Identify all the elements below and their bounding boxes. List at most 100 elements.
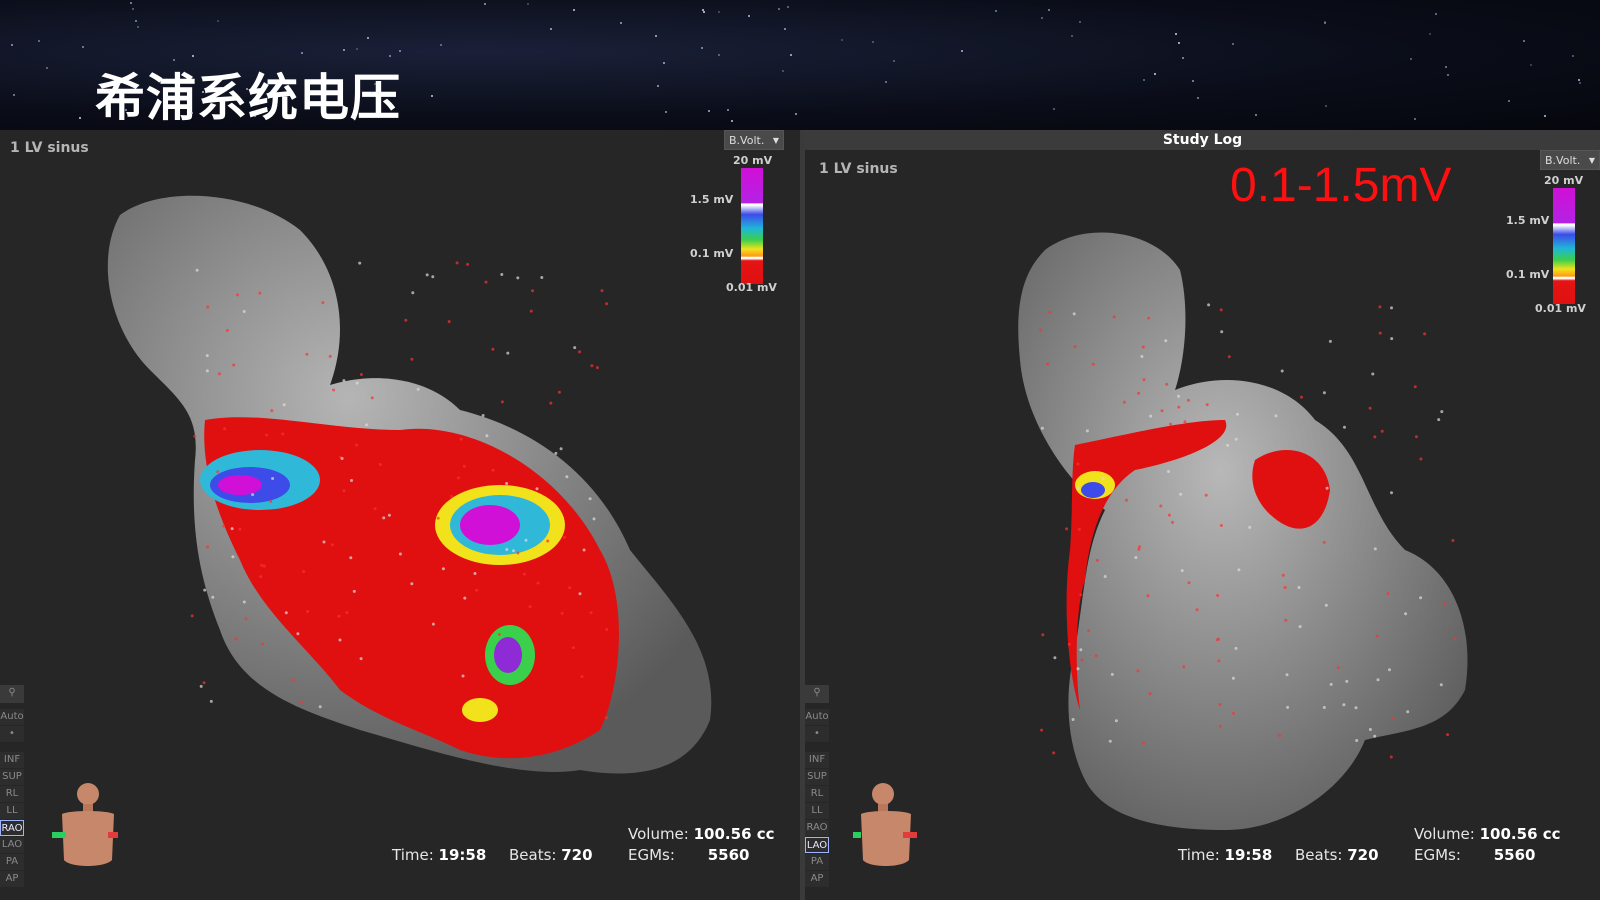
sample-point bbox=[340, 457, 344, 460]
sample-point bbox=[571, 646, 575, 650]
sample-point bbox=[1342, 703, 1346, 707]
sample-point bbox=[1413, 385, 1417, 389]
time-stat: Time: 19:58 bbox=[1178, 846, 1272, 864]
sample-point bbox=[516, 551, 520, 555]
star-decoration bbox=[135, 20, 137, 22]
star-decoration bbox=[125, 109, 127, 111]
sample-point bbox=[1216, 594, 1220, 597]
time-stat: Time: 19:58 bbox=[392, 846, 486, 864]
sample-point bbox=[604, 716, 608, 720]
sample-point bbox=[590, 364, 594, 368]
view-button-rl[interactable]: RL bbox=[805, 786, 829, 802]
star-decoration bbox=[1578, 79, 1580, 81]
right-map-panel[interactable]: Study Log 1 LV sinus 0.1-1.5mV B.Volt. ▼… bbox=[805, 130, 1600, 900]
sample-point bbox=[1389, 755, 1393, 759]
sample-point bbox=[271, 477, 275, 480]
star-decoration bbox=[701, 47, 703, 49]
star-decoration bbox=[1079, 21, 1081, 23]
sample-point bbox=[1453, 637, 1457, 641]
sample-point bbox=[1236, 412, 1239, 416]
star-decoration bbox=[79, 117, 81, 119]
star-decoration bbox=[1523, 40, 1525, 42]
sample-point bbox=[462, 464, 466, 468]
patient-orientation-icon bbox=[853, 780, 923, 875]
view-button-pa[interactable]: PA bbox=[0, 854, 24, 870]
star-decoration bbox=[790, 54, 792, 56]
view-button-rao[interactable]: RAO bbox=[0, 820, 24, 836]
view-button-pa[interactable]: PA bbox=[805, 854, 829, 870]
lv-voltage-map[interactable] bbox=[0, 130, 800, 900]
left-map-panel[interactable]: 1 LV sinus B.Volt. ▼ 20 mV 1.5 mV 0.1 mV… bbox=[0, 130, 800, 900]
star-decoration bbox=[893, 60, 895, 62]
view-button-dot[interactable]: • bbox=[805, 726, 829, 742]
sample-point bbox=[416, 387, 420, 391]
view-button-dot[interactable]: • bbox=[0, 726, 24, 742]
view-button-ap[interactable]: AP bbox=[0, 871, 24, 887]
view-button-auto[interactable]: Auto bbox=[805, 709, 829, 725]
sample-point bbox=[1186, 398, 1190, 402]
sample-point bbox=[1373, 547, 1377, 551]
sample-point bbox=[1232, 711, 1235, 715]
star-decoration bbox=[708, 110, 710, 112]
star-decoration bbox=[343, 49, 345, 51]
pin-icon[interactable]: ⚲ bbox=[805, 685, 829, 703]
view-button-lao[interactable]: LAO bbox=[0, 837, 24, 853]
star-decoration bbox=[173, 59, 175, 61]
view-button-rl[interactable]: RL bbox=[0, 786, 24, 802]
star-decoration bbox=[1197, 97, 1199, 99]
star-decoration bbox=[1324, 22, 1326, 24]
view-button-rao[interactable]: RAO bbox=[805, 820, 829, 836]
sample-point bbox=[232, 363, 236, 367]
volume-stat: Volume: 100.56 cc bbox=[1414, 825, 1561, 843]
view-button-auto[interactable]: Auto bbox=[0, 709, 24, 725]
pin-icon[interactable]: ⚲ bbox=[0, 685, 24, 703]
sample-point bbox=[1072, 312, 1076, 316]
sample-point bbox=[299, 701, 303, 704]
star-decoration bbox=[371, 92, 373, 94]
star-decoration bbox=[389, 55, 391, 57]
star-decoration bbox=[217, 20, 219, 22]
egms-stat: EGMs: 5560 bbox=[628, 846, 749, 864]
view-button-sup[interactable]: SUP bbox=[0, 769, 24, 785]
star-decoration bbox=[1048, 9, 1050, 11]
lv-voltage-map[interactable] bbox=[805, 130, 1600, 900]
sample-point bbox=[512, 549, 515, 553]
sample-point bbox=[1343, 425, 1346, 429]
star-decoration bbox=[778, 8, 780, 10]
view-button-ap[interactable]: AP bbox=[805, 871, 829, 887]
view-button-sup[interactable]: SUP bbox=[805, 769, 829, 785]
sample-point bbox=[497, 633, 501, 636]
sample-point bbox=[456, 476, 460, 480]
sample-point bbox=[447, 320, 451, 324]
sample-point bbox=[332, 388, 336, 392]
sample-point bbox=[365, 423, 368, 427]
sample-point bbox=[1274, 414, 1278, 418]
star-decoration bbox=[1429, 33, 1431, 35]
view-button-lao[interactable]: LAO bbox=[805, 837, 829, 853]
sample-point bbox=[1300, 395, 1303, 399]
sample-point bbox=[306, 610, 309, 613]
sample-point bbox=[222, 524, 226, 528]
star-decoration bbox=[377, 92, 379, 94]
sample-point bbox=[431, 275, 435, 279]
sample-point bbox=[588, 497, 592, 501]
view-button-inf[interactable]: INF bbox=[805, 752, 829, 768]
sample-point bbox=[1053, 656, 1057, 660]
sample-point bbox=[1439, 683, 1443, 687]
torso-icon bbox=[52, 783, 118, 866]
star-decoration bbox=[663, 62, 665, 64]
sample-point bbox=[578, 592, 582, 596]
sample-point bbox=[193, 434, 197, 438]
sample-point bbox=[1112, 315, 1116, 319]
sample-point bbox=[359, 657, 363, 661]
view-button-inf[interactable]: INF bbox=[0, 752, 24, 768]
sample-point bbox=[1038, 328, 1042, 332]
sample-point bbox=[1073, 345, 1077, 349]
view-button-ll[interactable]: LL bbox=[805, 803, 829, 819]
sample-point bbox=[580, 675, 584, 678]
sample-point bbox=[563, 535, 566, 539]
star-decoration bbox=[718, 11, 720, 13]
sample-point bbox=[1136, 669, 1140, 673]
view-button-ll[interactable]: LL bbox=[0, 803, 24, 819]
star-decoration bbox=[1255, 114, 1257, 116]
